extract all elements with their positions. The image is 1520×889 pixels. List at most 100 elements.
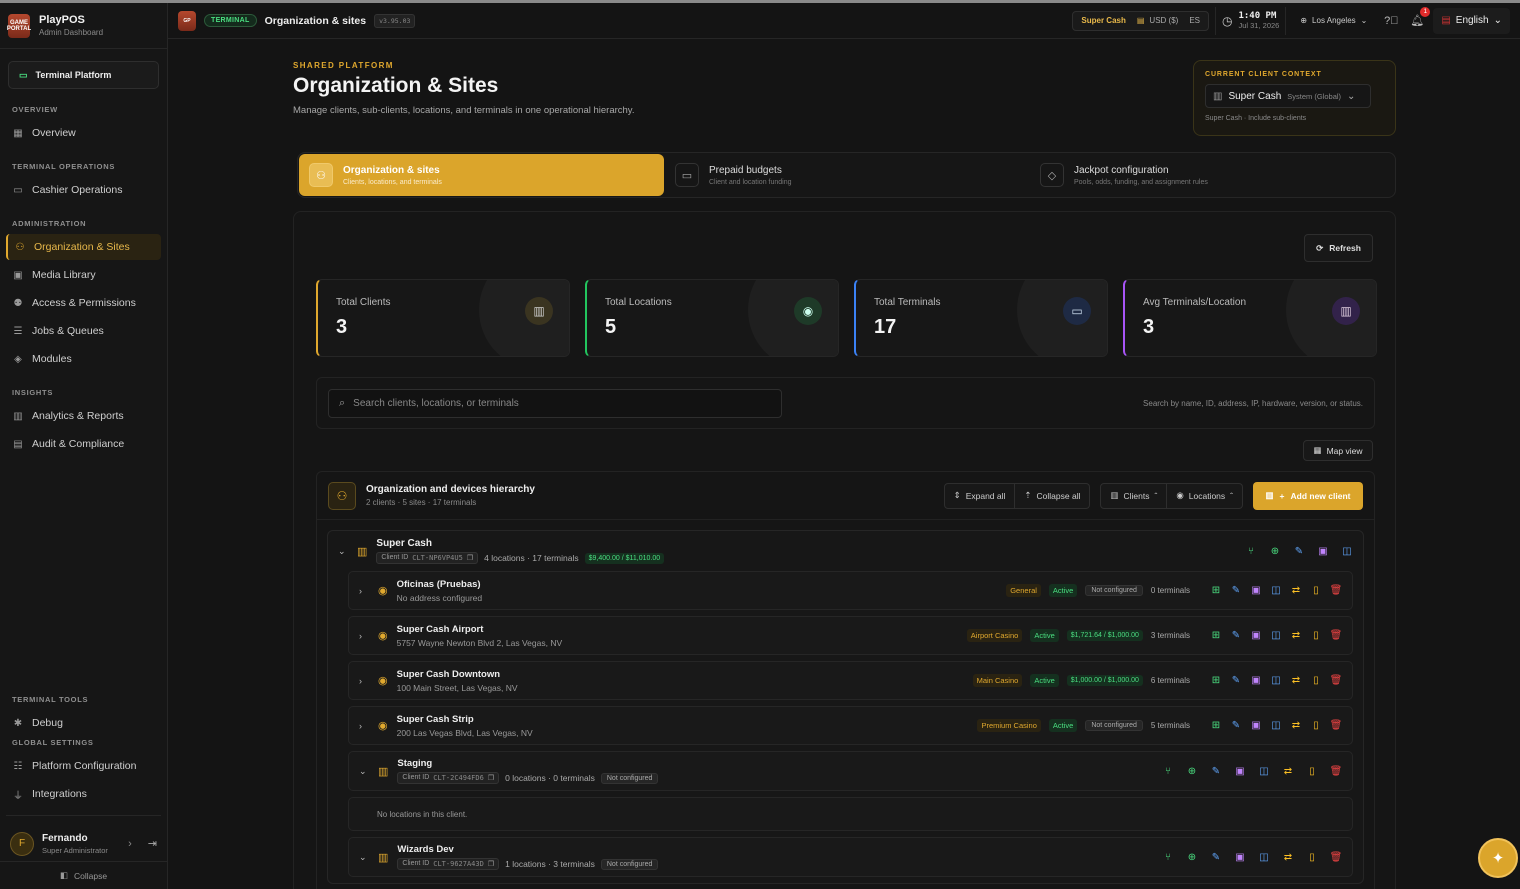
wallet-icon[interactable]: ▣	[1250, 675, 1262, 687]
sidebar-item-cashier-operations[interactable]: ▭ Cashier Operations	[6, 177, 161, 203]
add-terminal-icon[interactable]: ⊞	[1210, 585, 1222, 597]
add-location-icon[interactable]: ⊕	[1186, 851, 1198, 863]
help-button[interactable]: ?⃝	[1381, 11, 1401, 31]
collapse-sidebar-button[interactable]: ◧ Collapse	[0, 861, 167, 889]
trash-icon[interactable]: 🗑︎	[1330, 720, 1343, 732]
client-context-select[interactable]: ▥ Super Cash System (Global) ⌄	[1205, 84, 1371, 108]
trash-icon[interactable]: 🗑︎	[1330, 851, 1343, 863]
columns-icon[interactable]: ▯	[1310, 675, 1322, 687]
sub-client-row[interactable]: ⌄ ▥ Wizards Dev Client ID CLT-9627A43D ❐ 1…	[348, 837, 1353, 877]
search-input[interactable]	[353, 398, 754, 409]
wallet-icon[interactable]: ▣	[1250, 720, 1262, 732]
client-currency-selector[interactable]: Super Cash ▤ USD ($) ES	[1072, 10, 1209, 31]
wallet-icon[interactable]: ▣	[1250, 630, 1262, 642]
gamepad-icon[interactable]: ◫	[1258, 765, 1270, 777]
gamepad-icon[interactable]: ◫	[1258, 851, 1270, 863]
refresh-button[interactable]: ⟳ Refresh	[1304, 234, 1373, 262]
add-sub-client-icon[interactable]: ⑂	[1162, 851, 1174, 863]
gamepad-icon[interactable]: ◫	[1270, 585, 1282, 597]
gamepad-icon[interactable]: ◫	[1270, 630, 1282, 642]
chevron-down-icon[interactable]: ⌄	[338, 546, 348, 557]
sidebar-item-access-permissions[interactable]: ⚉ Access & Permissions	[6, 290, 161, 316]
map-view-button[interactable]: ▦ Map view	[1303, 440, 1373, 461]
chevron-down-icon[interactable]: ⌄	[359, 852, 369, 863]
tab-prepaid-budgets[interactable]: ▭ Prepaid budgets Client and location fun…	[665, 153, 1030, 197]
trash-icon[interactable]: 🗑︎	[1330, 585, 1343, 597]
edit-icon[interactable]: ✎	[1230, 675, 1242, 687]
trash-icon[interactable]: 🗑︎	[1330, 765, 1343, 777]
gamepad-icon[interactable]: ◫	[1270, 720, 1282, 732]
tab-organization-sites[interactable]: ⚇ Organization & sites Clients, locations…	[299, 154, 664, 196]
transfer-icon[interactable]: ⇄	[1282, 765, 1294, 777]
user-profile[interactable]: F Fernando Super Administrator › ⇥	[6, 815, 161, 861]
sidebar-item-integrations[interactable]: ⏚ Integrations	[6, 781, 161, 807]
sidebar-item-platform-configuration[interactable]: ☷ Platform Configuration	[6, 753, 161, 779]
notifications-button[interactable]: 🔔︎ 1	[1407, 6, 1431, 31]
edit-icon[interactable]: ✎	[1293, 545, 1305, 557]
sidebar-item-overview[interactable]: ▦ Overview	[6, 120, 161, 146]
copy-icon[interactable]: ❐	[488, 860, 494, 868]
timezone-selector[interactable]: ⊕ Los Angeles ⌄	[1292, 11, 1375, 31]
add-terminal-icon[interactable]: ⊞	[1210, 720, 1222, 732]
brand[interactable]: GAME PORTAL PlayPOS Admin Dashboard	[0, 3, 167, 49]
sidebar-item-organization-sites[interactable]: ⚇ Organization & Sites	[6, 234, 161, 260]
chevron-right-icon[interactable]: ›	[359, 631, 369, 641]
edit-icon[interactable]: ✎	[1230, 585, 1242, 597]
terminal-platform-button[interactable]: ▭ Terminal Platform	[8, 61, 159, 89]
wallet-icon[interactable]: ▣	[1317, 545, 1329, 557]
edit-icon[interactable]: ✎	[1210, 765, 1222, 777]
location-row[interactable]: › ◉ Super Cash Strip 200 Las Vegas Blvd, …	[348, 706, 1353, 745]
add-location-icon[interactable]: ⊕	[1269, 545, 1281, 557]
edit-icon[interactable]: ✎	[1230, 630, 1242, 642]
tab-jackpot-configuration[interactable]: ◇ Jackpot configuration Pools, odds, fund…	[1030, 153, 1395, 197]
copy-icon[interactable]: ❐	[467, 554, 473, 562]
transfer-icon[interactable]: ⇄	[1282, 851, 1294, 863]
add-sub-client-icon[interactable]: ⑂	[1162, 765, 1174, 777]
sidebar-item-media-library[interactable]: ▣ Media Library	[6, 262, 161, 288]
chevron-down-icon[interactable]: ⌄	[359, 766, 369, 777]
location-row[interactable]: › ◉ Super Cash Airport 5757 Wayne Newton …	[348, 616, 1353, 655]
add-terminal-icon[interactable]: ⊞	[1210, 675, 1222, 687]
chevron-right-icon[interactable]: ›	[359, 676, 369, 686]
language-selector[interactable]: ▤ English ⌄	[1433, 7, 1510, 34]
transfer-icon[interactable]: ⇄	[1290, 585, 1302, 597]
logout-icon[interactable]: ⇥	[148, 837, 157, 850]
ai-assistant-button[interactable]: ✦	[1478, 838, 1518, 878]
sidebar-item-modules[interactable]: ◈ Modules	[6, 346, 161, 372]
columns-icon[interactable]: ▯	[1306, 851, 1318, 863]
transfer-icon[interactable]: ⇄	[1290, 630, 1302, 642]
locations-filter[interactable]: ◉ Locations ˆ	[1167, 482, 1243, 509]
columns-icon[interactable]: ▯	[1310, 720, 1322, 732]
edit-icon[interactable]: ✎	[1210, 851, 1222, 863]
location-row[interactable]: › ◉ Super Cash Downtown 100 Main Street, …	[348, 661, 1353, 700]
client-row[interactable]: ⌄ ▥ Super Cash Client ID CLT-NP6VP4U5 ❐ 4 …	[328, 531, 1363, 571]
gamepad-icon[interactable]: ◫	[1270, 675, 1282, 687]
copy-icon[interactable]: ❐	[488, 774, 494, 782]
add-terminal-icon[interactable]: ⊞	[1210, 630, 1222, 642]
sidebar-item-debug[interactable]: ✱ Debug	[6, 710, 161, 736]
collapse-all-button[interactable]: ⇡ Collapse all	[1015, 482, 1091, 509]
wallet-icon[interactable]: ▣	[1234, 765, 1246, 777]
transfer-icon[interactable]: ⇄	[1290, 720, 1302, 732]
sub-client-row[interactable]: ⌄ ▥ Staging Client ID CLT-2C494FD6 ❐ 0 loc…	[348, 751, 1353, 791]
location-row[interactable]: › ◉ Oficinas (Pruebas) No address configu…	[348, 571, 1353, 610]
trash-icon[interactable]: 🗑︎	[1330, 675, 1343, 687]
add-location-icon[interactable]: ⊕	[1186, 765, 1198, 777]
gamepad-icon[interactable]: ◫	[1341, 545, 1353, 557]
wallet-icon[interactable]: ▣	[1234, 851, 1246, 863]
columns-icon[interactable]: ▯	[1310, 630, 1322, 642]
columns-icon[interactable]: ▯	[1310, 585, 1322, 597]
columns-icon[interactable]: ▯	[1306, 765, 1318, 777]
sidebar-item-analytics-reports[interactable]: ▥ Analytics & Reports	[6, 403, 161, 429]
add-new-client-button[interactable]: ▥ + Add new client	[1253, 481, 1363, 510]
expand-all-button[interactable]: ⇕ Expand all	[943, 482, 1016, 509]
chevron-right-icon[interactable]: ›	[359, 721, 369, 731]
search-box[interactable]: ⌕	[328, 389, 782, 418]
wallet-icon[interactable]: ▣	[1250, 585, 1262, 597]
sidebar-item-jobs-queues[interactable]: ☰ Jobs & Queues	[6, 318, 161, 344]
chevron-right-icon[interactable]: ›	[359, 586, 369, 596]
transfer-icon[interactable]: ⇄	[1290, 675, 1302, 687]
edit-icon[interactable]: ✎	[1230, 720, 1242, 732]
add-sub-client-icon[interactable]: ⑂	[1245, 545, 1257, 557]
trash-icon[interactable]: 🗑︎	[1330, 630, 1343, 642]
